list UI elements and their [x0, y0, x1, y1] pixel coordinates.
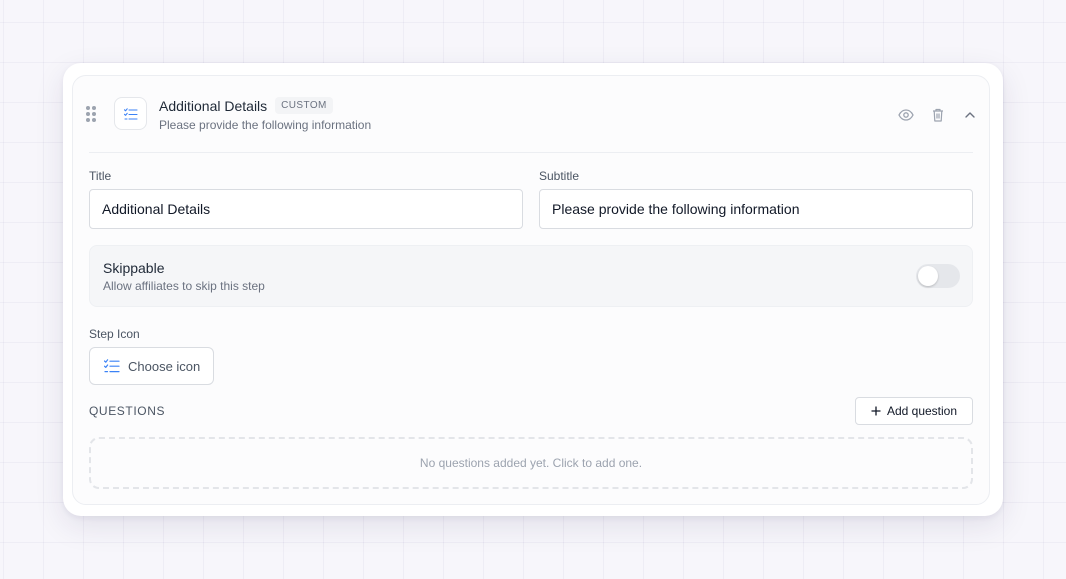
- collapse-button[interactable]: [959, 104, 981, 126]
- header-divider: [89, 152, 973, 153]
- skippable-title: Skippable: [103, 260, 165, 276]
- step-icon-preview: [114, 97, 147, 130]
- header-actions: [895, 104, 981, 126]
- step-icon-label: Step Icon: [89, 327, 140, 341]
- questions-section-label: QUESTIONS: [89, 404, 166, 418]
- chevron-up-icon: [965, 112, 975, 118]
- step-card-container: Additional Details CUSTOM Please provide…: [63, 63, 1003, 516]
- drag-handle-icon[interactable]: [86, 106, 96, 122]
- step-title: Additional Details: [159, 97, 268, 114]
- trash-icon: [933, 108, 943, 122]
- skippable-panel: Skippable Allow affiliates to skip this …: [89, 245, 973, 307]
- step-header[interactable]: Additional Details CUSTOM Please provide…: [73, 76, 989, 153]
- choose-icon-label: Choose icon: [128, 358, 201, 374]
- title-label: Title: [89, 169, 112, 183]
- step-subtitle: Please provide the following information: [159, 118, 372, 132]
- skippable-toggle[interactable]: [916, 264, 960, 288]
- subtitle-input[interactable]: [539, 189, 973, 229]
- list-checks-icon: [104, 359, 120, 373]
- empty-questions-placeholder[interactable]: No questions added yet. Click to add one…: [89, 437, 973, 489]
- custom-badge: CUSTOM: [275, 97, 333, 114]
- add-question-label: Add question: [886, 404, 958, 418]
- list-checks-icon: [123, 107, 138, 120]
- eye-icon: [898, 109, 914, 121]
- step-title-row: Additional Details CUSTOM: [159, 97, 333, 114]
- skippable-description: Allow affiliates to skip this step: [103, 279, 265, 293]
- title-input[interactable]: [89, 189, 523, 229]
- plus-icon: [871, 406, 881, 416]
- subtitle-label: Subtitle: [539, 169, 580, 183]
- toggle-knob: [918, 266, 938, 286]
- add-question-button[interactable]: Add question: [855, 397, 973, 425]
- step-card: Additional Details CUSTOM Please provide…: [72, 75, 990, 505]
- choose-icon-button[interactable]: Choose icon: [89, 347, 214, 385]
- empty-questions-text: No questions added yet. Click to add one…: [419, 456, 643, 470]
- preview-button[interactable]: [895, 104, 917, 126]
- delete-button[interactable]: [927, 104, 949, 126]
